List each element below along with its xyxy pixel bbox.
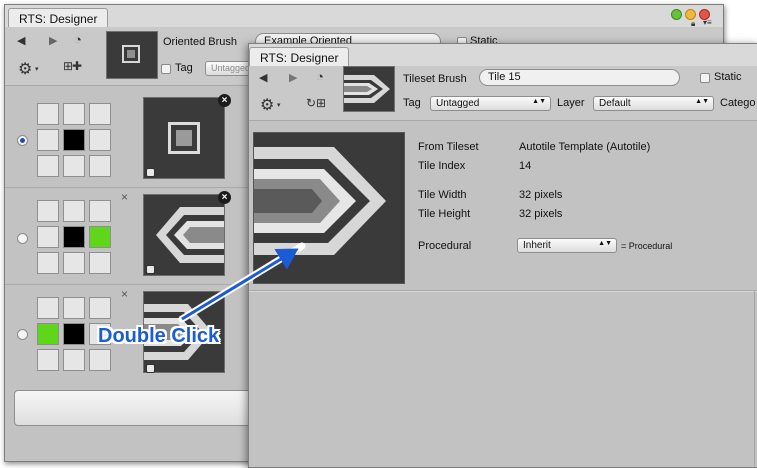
annotation-overlay xyxy=(178,242,306,323)
double-click-annotation: Double Click xyxy=(98,325,220,347)
arrow-icon xyxy=(181,248,299,321)
